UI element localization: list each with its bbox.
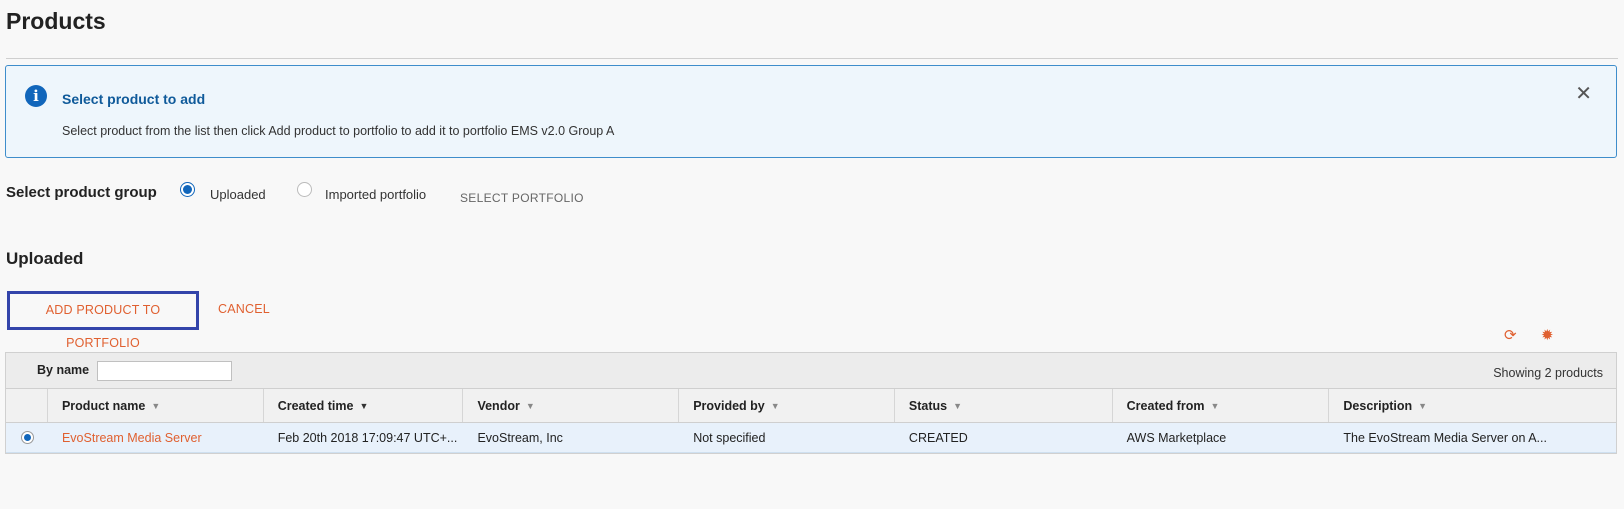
products-table: By name Showing 2 products Product name ▼… [5,352,1617,454]
select-column-header [6,389,48,422]
radio-imported-portfolio[interactable] [297,182,312,197]
refresh-icon[interactable]: ⟳ [1504,327,1517,345]
product-group-label: Select product group [6,184,157,201]
select-portfolio-button[interactable]: SELECT PORTFOLIO [460,191,584,205]
page-title: Products [6,8,106,34]
column-header-label: Created from [1126,398,1205,413]
product-name-link[interactable]: EvoStream Media Server [62,431,202,445]
sort-caret-icon: ▼ [525,400,535,411]
gear-icon[interactable]: ✹ [1541,327,1554,345]
info-alert-title: Select product to add [62,91,206,107]
column-header-status[interactable]: Status ▼ [895,389,1113,422]
column-header-created-from[interactable]: Created from ▼ [1113,389,1330,422]
cell-vendor: EvoStream, Inc [477,430,563,445]
table-header: Product name ▼ Created time ▼ Vendor ▼ Prov… [6,389,1616,423]
cell-status: CREATED [908,430,968,445]
column-header-vendor[interactable]: Vendor ▼ [463,389,680,422]
column-header-label: Product name [61,398,146,413]
cancel-button[interactable]: CANCEL [218,302,270,316]
section-title: Uploaded [6,249,84,268]
close-icon[interactable]: ✕ [1575,84,1592,104]
cell-description: The EvoStream Media Server on A... [1343,430,1547,445]
column-header-label: Provided by [693,398,765,413]
radio-uploaded[interactable] [180,182,195,197]
column-header-label: Vendor [477,398,520,413]
cell-product-name: EvoStream Media Server [48,423,264,452]
sort-caret-icon: ▼ [151,400,161,411]
sort-caret-icon: ▼ [1210,400,1220,411]
radio-imported-portfolio-label[interactable]: Imported portfolio [325,187,426,202]
column-header-label: Status [908,398,948,413]
sort-caret-icon: ▼ [770,400,780,411]
sort-caret-icon: ▼ [359,400,369,411]
column-header-provided-by[interactable]: Provided by ▼ [679,389,895,422]
column-header-description[interactable]: Description ▼ [1329,389,1616,422]
title-divider [6,58,1618,59]
radio-uploaded-label[interactable]: Uploaded [210,187,266,202]
filter-by-name-input[interactable] [97,361,232,381]
sort-caret-icon: ▼ [1418,400,1428,411]
info-alert: i Select product to add Select product f… [5,65,1617,158]
showing-count: Showing 2 products [1493,366,1603,380]
cell-created-time: Feb 20th 2018 17:09:47 UTC+... [277,430,458,445]
column-header-product-name[interactable]: Product name ▼ [48,389,264,422]
filter-label: By name [37,363,90,377]
cell-provided-by: Not specified [693,430,766,445]
column-header-created-time[interactable]: Created time ▼ [264,389,464,422]
row-select-cell[interactable] [6,423,48,452]
table-filter-bar: By name Showing 2 products [6,353,1616,389]
column-header-label: Description [1343,398,1413,413]
row-select-radio[interactable] [21,431,34,444]
cell-created-from: AWS Marketplace [1126,430,1227,445]
sort-caret-icon: ▼ [953,400,963,411]
table-row[interactable]: EvoStream Media Server Feb 20th 2018 17:… [6,423,1616,453]
info-icon: i [25,85,47,107]
info-alert-text: Select product from the list then click … [62,124,615,138]
add-product-to-portfolio-button[interactable]: ADD PRODUCT TO PORTFOLIO [7,291,199,350]
column-header-label: Created time [277,398,354,413]
